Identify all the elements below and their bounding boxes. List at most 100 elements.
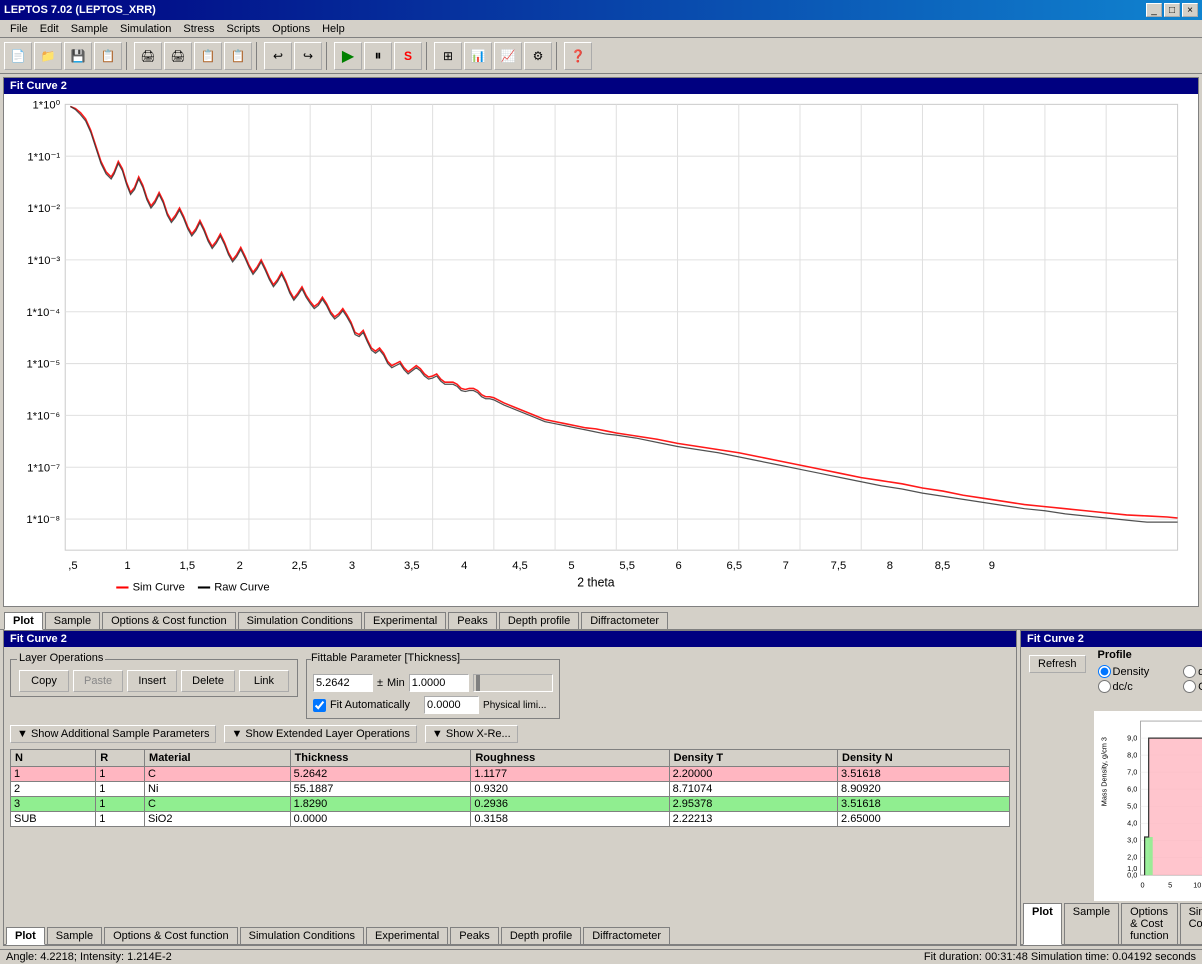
svg-text:1*10⁰: 1*10⁰: [33, 99, 61, 111]
tab-sim-conditions[interactable]: Simulation Conditions: [238, 612, 362, 629]
svg-text:,5: ,5: [68, 560, 77, 572]
toolbar-save[interactable]: 💾: [64, 42, 92, 70]
minimize-btn[interactable]: _: [1146, 3, 1162, 17]
svg-text:9,0: 9,0: [1127, 734, 1137, 743]
toolbar-print[interactable]: 🖨: [134, 42, 162, 70]
left-tab-exp[interactable]: Experimental: [366, 927, 448, 944]
right-bottom-tab-bar: Plot Sample Options & Cost function Simu…: [1021, 901, 1202, 945]
left-tab-diffract[interactable]: Diffractometer: [583, 927, 670, 944]
table-row[interactable]: 11C5.26421.11772.200003.51618: [11, 767, 1010, 782]
maximize-btn[interactable]: □: [1164, 3, 1180, 17]
toolbar-redo[interactable]: ↪: [294, 42, 322, 70]
chart-area[interactable]: 1*10⁰ 1*10⁻¹ 1*10⁻² 1*10⁻³ 1*10⁻⁴ 1*10⁻⁵…: [4, 94, 1198, 602]
toolbar-saveas[interactable]: 📋: [94, 42, 122, 70]
toolbar-settings[interactable]: ⚙: [524, 42, 552, 70]
svg-text:9: 9: [989, 560, 995, 572]
slider-track[interactable]: [473, 674, 553, 692]
toolbar: 📄 📁 💾 📋 🖨 🖨 📋 📋 ↩ ↪ ▶ ⏸ S ⊞ 📊 📈 ⚙ ❓: [0, 38, 1202, 74]
toolbar-chart[interactable]: 📊: [464, 42, 492, 70]
table-row[interactable]: 31C1.82900.29362.953783.51618: [11, 797, 1010, 812]
close-btn[interactable]: ×: [1182, 3, 1198, 17]
tab-options-cost[interactable]: Options & Cost function: [102, 612, 236, 629]
link-button[interactable]: Link: [239, 670, 289, 692]
toolbar-copy[interactable]: 📋: [194, 42, 222, 70]
tab-experimental[interactable]: Experimental: [364, 612, 446, 629]
svg-text:7,5: 7,5: [831, 560, 847, 572]
radio-dc-c: dc/c: [1098, 680, 1174, 693]
left-tab-peaks[interactable]: Peaks: [450, 927, 499, 944]
svg-text:5: 5: [568, 560, 574, 572]
radio-da-a-input[interactable]: [1183, 665, 1196, 678]
radio-dc-c-input[interactable]: [1098, 680, 1111, 693]
left-panel-content: Layer Operations Copy Paste Insert Delet…: [4, 647, 1016, 925]
menu-simulation[interactable]: Simulation: [114, 22, 177, 36]
left-tab-sample[interactable]: Sample: [47, 927, 102, 944]
right-tab-sim[interactable]: Simulation Conditions: [1180, 903, 1202, 944]
menu-options[interactable]: Options: [266, 22, 316, 36]
delete-button[interactable]: Delete: [181, 670, 235, 692]
left-tab-depth[interactable]: Depth profile: [501, 927, 581, 944]
radio-conc-x-label[interactable]: Concentration X: [1198, 681, 1202, 693]
refresh-button[interactable]: Refresh: [1029, 655, 1086, 673]
show-xr-btn[interactable]: ▼ Show X-Re...: [425, 725, 518, 743]
radio-density-label[interactable]: Density: [1113, 666, 1150, 678]
copy-button[interactable]: Copy: [19, 670, 69, 692]
svg-text:5: 5: [1168, 880, 1172, 889]
tab-peaks[interactable]: Peaks: [448, 612, 497, 629]
radio-density-input[interactable]: [1098, 665, 1111, 678]
left-tab-options[interactable]: Options & Cost function: [104, 927, 238, 944]
fit-auto-label[interactable]: Fit Automatically: [330, 699, 410, 711]
toolbar-sep2: [256, 42, 260, 70]
menu-file[interactable]: File: [4, 22, 34, 36]
toolbar-paste[interactable]: 📋: [224, 42, 252, 70]
show-extended-btn[interactable]: ▼ Show Extended Layer Operations: [224, 725, 416, 743]
horizontal-scrollbar[interactable]: [10, 827, 1010, 843]
toolbar-new[interactable]: 📄: [4, 42, 32, 70]
layer-ops-label: Layer Operations: [17, 652, 105, 664]
paste-button[interactable]: Paste: [73, 670, 123, 692]
fit-auto-checkbox[interactable]: [313, 699, 326, 712]
menu-bar: File Edit Sample Simulation Stress Scrip…: [0, 20, 1202, 38]
menu-help[interactable]: Help: [316, 22, 351, 36]
svg-text:8,5: 8,5: [935, 560, 951, 572]
toolbar-print2[interactable]: 🖨: [164, 42, 192, 70]
toolbar-open[interactable]: 📁: [34, 42, 62, 70]
tab-depth-profile[interactable]: Depth profile: [499, 612, 579, 629]
toolbar-chart2[interactable]: 📈: [494, 42, 522, 70]
fittable-value-input[interactable]: [313, 674, 373, 692]
toolbar-stop[interactable]: S: [394, 42, 422, 70]
toolbar-grid[interactable]: ⊞: [434, 42, 462, 70]
toolbar-run[interactable]: ▶: [334, 42, 362, 70]
radio-conc-x-input[interactable]: [1183, 680, 1196, 693]
min2-input[interactable]: [424, 696, 479, 714]
insert-button[interactable]: Insert: [127, 670, 177, 692]
toolbar-pause[interactable]: ⏸: [364, 42, 392, 70]
tab-plot[interactable]: Plot: [4, 612, 43, 630]
toolbar-help[interactable]: ❓: [564, 42, 592, 70]
radio-dc-c-label[interactable]: dc/c: [1113, 681, 1133, 693]
tab-diffractometer[interactable]: Diffractometer: [581, 612, 668, 629]
menu-scripts[interactable]: Scripts: [221, 22, 267, 36]
depth-chart[interactable]: 9,0 8,0 7,0 6,0 5,0 4,0 3,0 2,0 1,0 0,0: [1094, 711, 1202, 901]
status-right: Fit duration: 00:31:48 Simulation time: …: [924, 951, 1196, 963]
layer-ops-row: Layer Operations Copy Paste Insert Delet…: [10, 653, 1010, 719]
right-tab-sample[interactable]: Sample: [1064, 903, 1119, 944]
menu-edit[interactable]: Edit: [34, 22, 65, 36]
toolbar-undo[interactable]: ↩: [264, 42, 292, 70]
col-density-t: Density T: [669, 750, 837, 767]
show-additional-btn[interactable]: ▼ Show Additional Sample Parameters: [10, 725, 216, 743]
tab-sample[interactable]: Sample: [45, 612, 100, 629]
svg-text:10: 10: [1193, 880, 1201, 889]
min-value-input[interactable]: [409, 674, 469, 692]
left-tab-sim[interactable]: Simulation Conditions: [240, 927, 364, 944]
radio-da-a-label[interactable]: da/a: [1198, 666, 1202, 678]
menu-sample[interactable]: Sample: [65, 22, 114, 36]
table-row[interactable]: 21Ni55.18870.93208.710748.90920: [11, 782, 1010, 797]
right-tab-options[interactable]: Options & Cost function: [1121, 903, 1178, 944]
svg-text:1,5: 1,5: [180, 560, 196, 572]
right-tab-plot[interactable]: Plot: [1023, 903, 1062, 945]
window-controls[interactable]: _ □ ×: [1146, 3, 1198, 17]
table-row[interactable]: SUB1SiO20.00000.31582.222132.65000: [11, 812, 1010, 827]
menu-stress[interactable]: Stress: [177, 22, 220, 36]
left-tab-plot[interactable]: Plot: [6, 927, 45, 945]
